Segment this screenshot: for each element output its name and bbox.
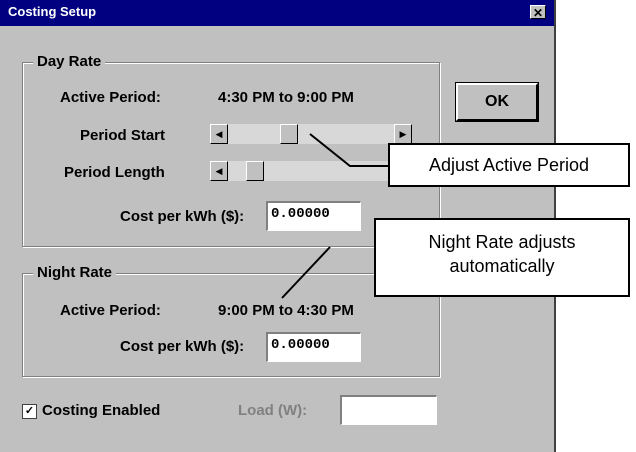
adjust-callout-text: Adjust Active Period [428,155,590,175]
night-callout-line1: Night Rate adjusts [428,232,576,252]
adjust-active-period-callout: Adjust Active Period [388,143,630,187]
night-rate-callout: Night Rate adjusts automatically [374,218,630,297]
night-callout-line2: automatically [449,256,555,276]
